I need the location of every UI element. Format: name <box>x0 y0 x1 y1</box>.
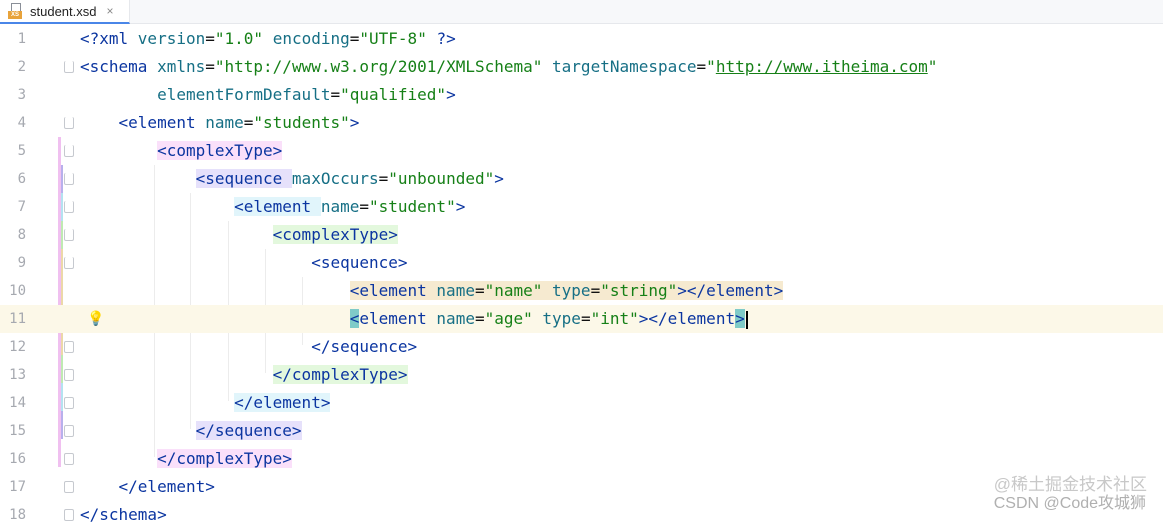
fold-icon[interactable] <box>64 201 74 213</box>
code-text: elementFormDefault="qualified"> <box>80 81 456 109</box>
code-text: <complexType> <box>80 221 398 249</box>
code-text: </complexType> <box>80 361 408 389</box>
line-number: 15 <box>0 417 26 445</box>
code-text: </sequence> <box>80 417 302 445</box>
xsd-file-icon: XS <box>8 3 24 19</box>
fold-icon[interactable] <box>64 117 74 129</box>
code-text: </sequence> <box>80 333 417 361</box>
fold-icon[interactable] <box>64 509 74 521</box>
code-text: <element name="name" type="string"></ele… <box>80 277 783 305</box>
line-number: 10 <box>0 277 26 305</box>
code-text: <complexType> <box>80 137 282 165</box>
code-text: </complexType> <box>80 445 292 473</box>
fold-icon[interactable] <box>64 341 74 353</box>
code-line[interactable]: 2 <schema xmlns="http://www.w3.org/2001/… <box>0 53 1163 81</box>
code-line[interactable]: 12 </sequence> <box>0 333 1163 361</box>
code-line[interactable]: 1 <?xml version="1.0" encoding="UTF-8" ?… <box>0 25 1163 53</box>
line-number: 1 <box>0 25 26 53</box>
fold-icon[interactable] <box>64 229 74 241</box>
code-text: <sequence> <box>80 249 408 277</box>
code-text: <?xml version="1.0" encoding="UTF-8" ?> <box>80 25 456 53</box>
line-number: 2 <box>0 53 26 81</box>
line-number: 9 <box>0 249 26 277</box>
code-text: <sequence maxOccurs="unbounded"> <box>80 165 504 193</box>
text-caret <box>746 311 748 329</box>
code-line[interactable]: 9 <sequence> <box>0 249 1163 277</box>
line-number: 18 <box>0 501 26 529</box>
line-number: 16 <box>0 445 26 473</box>
line-number: 14 <box>0 389 26 417</box>
code-line[interactable]: 7 <element name="student"> <box>0 193 1163 221</box>
line-number: 6 <box>0 165 26 193</box>
code-line[interactable]: 10 <element name="name" type="string"></… <box>0 277 1163 305</box>
fold-icon[interactable] <box>64 369 74 381</box>
line-number: 4 <box>0 109 26 137</box>
line-number: 11 <box>0 305 26 333</box>
code-line[interactable]: 14 </element> <box>0 389 1163 417</box>
code-line[interactable]: 8 <complexType> <box>0 221 1163 249</box>
code-text: <element name="age" type="int"></element… <box>80 305 748 333</box>
fold-icon[interactable] <box>64 257 74 269</box>
fold-icon[interactable] <box>64 173 74 185</box>
line-number: 7 <box>0 193 26 221</box>
line-number: 5 <box>0 137 26 165</box>
watermark-line2: CSDN @Code攻城狮 <box>994 489 1147 513</box>
fold-icon[interactable] <box>64 397 74 409</box>
line-number: 13 <box>0 361 26 389</box>
code-text: </element> <box>80 473 215 501</box>
line-number: 17 <box>0 473 26 501</box>
code-line[interactable]: 5 <complexType> <box>0 137 1163 165</box>
line-number: 8 <box>0 221 26 249</box>
close-tab-icon[interactable]: × <box>107 4 114 18</box>
fold-icon[interactable] <box>64 145 74 157</box>
code-editor[interactable]: 1 <?xml version="1.0" encoding="UTF-8" ?… <box>0 25 1163 519</box>
editor-tab-bar: XS student.xsd × <box>0 0 1163 24</box>
code-line[interactable]: 6 <sequence maxOccurs="unbounded"> <box>0 165 1163 193</box>
line-number: 12 <box>0 333 26 361</box>
code-line[interactable]: 16 </complexType> <box>0 445 1163 473</box>
fold-icon[interactable] <box>64 425 74 437</box>
code-text: <element name="student"> <box>80 193 465 221</box>
code-line[interactable]: 13 </complexType> <box>0 361 1163 389</box>
fold-icon[interactable] <box>64 453 74 465</box>
code-line[interactable]: 18 </schema> <box>0 501 1163 529</box>
code-line[interactable]: 17 </element> <box>0 473 1163 501</box>
tab-label: student.xsd <box>30 4 97 19</box>
code-text: <schema xmlns="http://www.w3.org/2001/XM… <box>80 53 937 81</box>
code-line[interactable]: 15 </sequence> <box>0 417 1163 445</box>
tab-student-xsd[interactable]: XS student.xsd × <box>0 0 130 24</box>
code-line[interactable]: 3 elementFormDefault="qualified"> <box>0 81 1163 109</box>
watermark: @稀土掘金技术社区 CSDN @Code攻城狮 <box>994 470 1147 513</box>
code-text: <element name="students"> <box>80 109 359 137</box>
code-line[interactable]: 4 <element name="students"> <box>0 109 1163 137</box>
code-text: </element> <box>80 389 330 417</box>
line-number: 3 <box>0 81 26 109</box>
code-text: </schema> <box>80 501 167 529</box>
fold-icon[interactable] <box>64 481 74 493</box>
code-line-current[interactable]: 11 💡 <element name="age" type="int"></el… <box>0 305 1163 333</box>
fold-icon[interactable] <box>64 61 74 73</box>
